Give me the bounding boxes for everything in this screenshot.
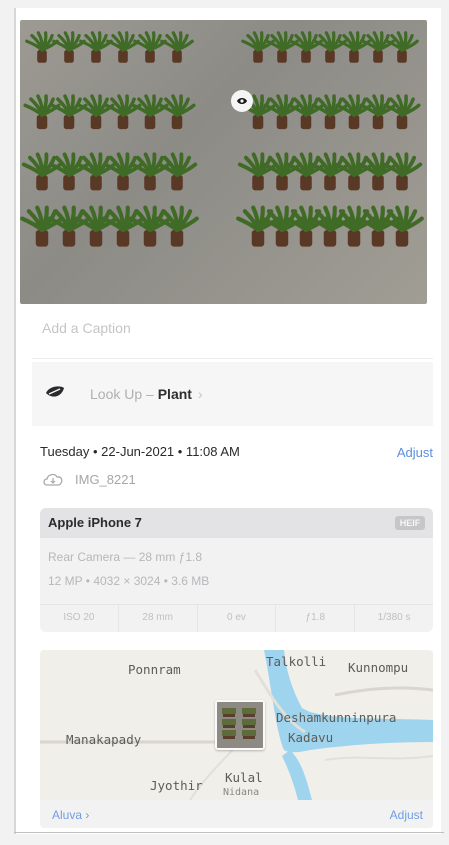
exif-row: ISO 20 28 mm 0 ev ƒ1.8 1/380 s — [40, 604, 433, 632]
lookup-prefix: Look Up – — [90, 386, 158, 402]
lens-info: Rear Camera — 28 mm ƒ1.8 — [48, 550, 203, 564]
exif-focal-length: 28 mm — [119, 605, 198, 632]
caption-field[interactable]: Add a Caption — [42, 320, 131, 336]
map-label-kulal: Kulal — [225, 770, 263, 785]
seedling — [23, 94, 61, 130]
adjust-datetime-button[interactable]: Adjust — [397, 445, 433, 460]
seedling — [21, 152, 63, 191]
map-label-manakapady: Manakapady — [66, 732, 142, 747]
seedling — [50, 94, 88, 130]
photo-preview[interactable] — [20, 20, 427, 304]
panel-divider — [14, 832, 444, 833]
seedling — [75, 152, 117, 191]
seedling — [313, 31, 347, 63]
seedling — [104, 94, 142, 130]
seedling — [385, 31, 419, 63]
seedling — [25, 31, 59, 63]
seedling — [79, 31, 113, 63]
date-row: Tuesday • 22-Jun-2021 • 11:08 AM Adjust — [40, 444, 435, 464]
format-badge: HEIF — [395, 516, 425, 530]
seedling — [106, 31, 140, 63]
seedling — [52, 31, 86, 63]
seedling — [289, 31, 323, 63]
exif-aperture: ƒ1.8 — [276, 605, 356, 632]
map-label-kadavu: Kadavu — [288, 730, 334, 745]
file-name: IMG_8221 — [75, 472, 136, 487]
map-photo-pin[interactable] — [215, 700, 265, 750]
seedling — [361, 31, 395, 63]
seedling — [156, 152, 198, 191]
lookup-label: Look Up – Plant › — [90, 386, 203, 402]
camera-info-card: Apple iPhone 7 HEIF Rear Camera — 28 mm … — [40, 508, 433, 632]
seedling — [131, 94, 169, 130]
map-label-deshamkunninpura: Deshamkunninpura — [276, 710, 397, 725]
location-name-link[interactable]: Aluva › — [52, 808, 89, 822]
caption-divider — [32, 358, 433, 359]
seedling — [77, 94, 115, 130]
seedling — [337, 31, 371, 63]
seedling — [241, 31, 275, 63]
device-name: Apple iPhone 7 — [48, 515, 142, 530]
map-label-jyothir: Jyothir — [150, 778, 203, 793]
exif-exposure-bias: 0 ev — [198, 605, 277, 632]
map-footer: Aluva › Adjust — [40, 800, 433, 828]
exif-iso: ISO 20 — [40, 605, 119, 632]
lookup-subject: Plant — [157, 386, 192, 402]
map-label-talkolli: Talkolli — [266, 654, 327, 669]
seedling — [129, 152, 171, 191]
seedling — [48, 152, 90, 191]
location-map[interactable]: Ponnram Talkolli Kunnompu Deshamkunninpu… — [40, 650, 433, 828]
map-label-nidana: Nidana — [223, 787, 260, 798]
seedling — [160, 31, 194, 63]
seedling — [133, 31, 167, 63]
photo-datetime: Tuesday • 22-Jun-2021 • 11:08 AM — [40, 444, 240, 459]
leaf-lookup-icon — [46, 386, 64, 397]
cloud-icon — [43, 473, 63, 486]
adjust-location-button[interactable]: Adjust — [390, 808, 423, 822]
map-label-kunnompu: Kunnompu — [348, 660, 409, 675]
seedling — [158, 94, 196, 130]
exif-shutter-speed: 1/380 s — [377, 612, 411, 623]
lookup-row[interactable]: Look Up – Plant › — [32, 362, 433, 426]
camera-info-header: Apple iPhone 7 HEIF — [40, 508, 433, 538]
seedling — [265, 31, 299, 63]
chevron-right-icon: › — [197, 386, 203, 402]
visual-lookup-badge-icon[interactable] — [231, 90, 253, 112]
seedling — [102, 152, 144, 191]
image-details: 12 MP • 4032 × 3024 • 3.6 MB — [48, 574, 210, 588]
map-label-ponnram: Ponnram — [128, 662, 181, 677]
